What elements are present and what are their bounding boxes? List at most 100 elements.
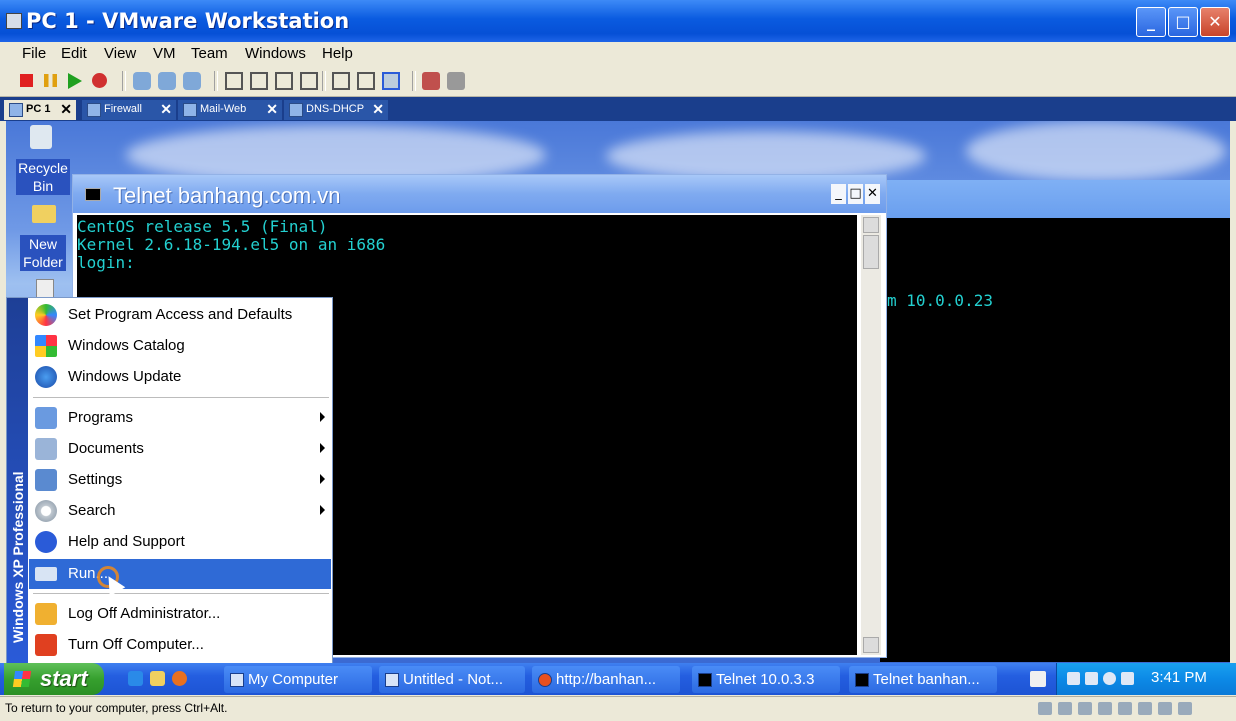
hard-disk-icon[interactable] (1058, 702, 1072, 715)
tab-close-icon[interactable]: ✕ (266, 101, 278, 118)
maximize-button[interactable]: □ (1168, 7, 1198, 37)
menu-file[interactable]: File (22, 45, 46, 62)
security-icon[interactable] (1121, 672, 1134, 685)
telnet-window-background[interactable]: m 10.0.0.23 (880, 180, 1230, 662)
submenu-arrow-icon (320, 505, 325, 515)
full-screen-icon[interactable] (275, 72, 293, 90)
tab-firewall[interactable]: Firewall ✕ (82, 100, 176, 120)
tab-dns-dhcp[interactable]: DNS-DHCP ✕ (284, 100, 388, 120)
message-icon[interactable] (1178, 702, 1192, 715)
menu-item-run[interactable]: Run... (29, 559, 331, 589)
menu-edit[interactable]: Edit (61, 45, 87, 62)
task-telnet-10-0-3-3[interactable]: Telnet 10.0.3.3 (692, 666, 840, 693)
start-button[interactable]: start (4, 663, 104, 695)
scroll-up-button[interactable] (863, 217, 879, 233)
menu-item-programs[interactable]: Programs (29, 403, 331, 433)
new-folder-label[interactable]: New Folder (20, 235, 66, 271)
menu-item-label: Turn Off Computer... (68, 636, 204, 653)
document-icon[interactable] (36, 279, 54, 299)
power-off-icon[interactable] (20, 74, 33, 87)
console-view-icon[interactable] (332, 72, 350, 90)
vmware-title-bar[interactable]: PC 1 - VMware Workstation _ □ ✕ (0, 0, 1236, 42)
telnet-minimize-button[interactable]: _ (831, 184, 846, 204)
network-icon[interactable] (1085, 672, 1098, 685)
menu-item-windows-update[interactable]: Windows Update (29, 362, 331, 392)
sidebar-icon[interactable] (225, 72, 243, 90)
network-adapter-icon[interactable] (1098, 702, 1112, 715)
tab-pc1[interactable]: PC 1 ✕ (4, 100, 76, 120)
windows-update-icon (35, 366, 57, 388)
menu-view[interactable]: View (104, 45, 136, 62)
summary-view-icon[interactable] (357, 72, 375, 90)
vertical-scrollbar[interactable] (861, 215, 881, 655)
telnet-title-bar[interactable]: Telnet banhang.com.vn _ □ ✕ (73, 175, 886, 213)
menu-separator (33, 397, 329, 398)
explorer-icon[interactable] (150, 671, 165, 686)
vm-icon (9, 103, 23, 117)
menu-item-label: Windows Update (68, 368, 182, 385)
quick-switch-icon[interactable] (250, 72, 268, 90)
reset-icon[interactable] (92, 73, 107, 88)
tray-icon[interactable] (1067, 672, 1080, 685)
appliance-view-icon[interactable] (382, 72, 400, 90)
tab-close-icon[interactable]: ✕ (160, 101, 172, 118)
telnet-close-button[interactable]: ✕ (865, 184, 880, 204)
scroll-thumb[interactable] (863, 235, 879, 269)
tab-label: DNS-DHCP (306, 103, 365, 115)
menu-help[interactable]: Help (322, 45, 353, 62)
menu-item-turn-off[interactable]: Turn Off Computer... (29, 630, 331, 660)
start-menu-band: Windows XP Professional (7, 298, 28, 664)
console-icon (85, 188, 101, 201)
printer-icon[interactable] (1158, 702, 1172, 715)
clock: 3:41 PM (1151, 669, 1207, 686)
recycle-bin-label[interactable]: Recycle Bin (16, 159, 70, 195)
revert-snapshot-icon[interactable] (158, 72, 176, 90)
taskbar: start My Computer Untitled - Not... http… (0, 663, 1236, 695)
snapshot-icon[interactable] (133, 72, 151, 90)
usb-icon[interactable] (1118, 702, 1132, 715)
preferences-icon[interactable] (447, 72, 465, 90)
menu-item-label: Settings (68, 471, 123, 488)
notepad-icon (385, 673, 399, 687)
folder-icon[interactable] (32, 205, 56, 223)
task-telnet-banhang[interactable]: Telnet banhan... (849, 666, 997, 693)
menu-team[interactable]: Team (191, 45, 228, 62)
background-window-title-bar[interactable] (880, 180, 1230, 218)
menu-item-documents[interactable]: Documents (29, 434, 331, 464)
minimize-button[interactable]: _ (1136, 7, 1166, 37)
menu-vm[interactable]: VM (153, 45, 176, 62)
task-my-computer[interactable]: My Computer (224, 666, 372, 693)
start-menu: Windows XP Professional Set Program Acce… (6, 297, 333, 665)
firefox-icon[interactable] (172, 671, 187, 686)
scroll-down-button[interactable] (863, 637, 879, 653)
menu-item-settings[interactable]: Settings (29, 465, 331, 495)
internet-explorer-icon[interactable] (128, 671, 143, 686)
sound-icon[interactable] (1138, 702, 1152, 715)
snapshot-manager-icon[interactable] (183, 72, 201, 90)
tab-label: Firewall (104, 103, 142, 115)
floppy-icon[interactable] (1078, 702, 1092, 715)
menu-item-help-support[interactable]: Help and Support (29, 527, 331, 557)
telnet-maximize-button[interactable]: □ (848, 184, 863, 204)
help-tray-icon[interactable] (1030, 671, 1046, 687)
program-access-icon (35, 304, 57, 326)
close-button[interactable]: ✕ (1200, 7, 1230, 37)
team-icon[interactable] (422, 72, 440, 90)
unity-icon[interactable] (300, 72, 318, 90)
volume-icon[interactable] (1103, 672, 1116, 685)
toolbar-separator (412, 71, 416, 91)
menu-item-log-off[interactable]: Log Off Administrator... (29, 599, 331, 629)
menu-item-set-program-access[interactable]: Set Program Access and Defaults (29, 300, 331, 330)
recycle-bin-icon[interactable] (30, 125, 52, 149)
tab-close-icon[interactable]: ✕ (60, 101, 72, 118)
tab-mail-web[interactable]: Mail-Web ✕ (178, 100, 282, 120)
power-on-icon[interactable] (68, 73, 82, 89)
menu-item-search[interactable]: Search (29, 496, 331, 526)
task-browser[interactable]: http://banhan... (532, 666, 680, 693)
menu-item-windows-catalog[interactable]: Windows Catalog (29, 331, 331, 361)
task-notepad[interactable]: Untitled - Not... (379, 666, 525, 693)
suspend-icon[interactable] (44, 74, 57, 87)
device-icon[interactable] (1038, 702, 1052, 715)
menu-windows[interactable]: Windows (245, 45, 306, 62)
tab-close-icon[interactable]: ✕ (372, 101, 384, 118)
